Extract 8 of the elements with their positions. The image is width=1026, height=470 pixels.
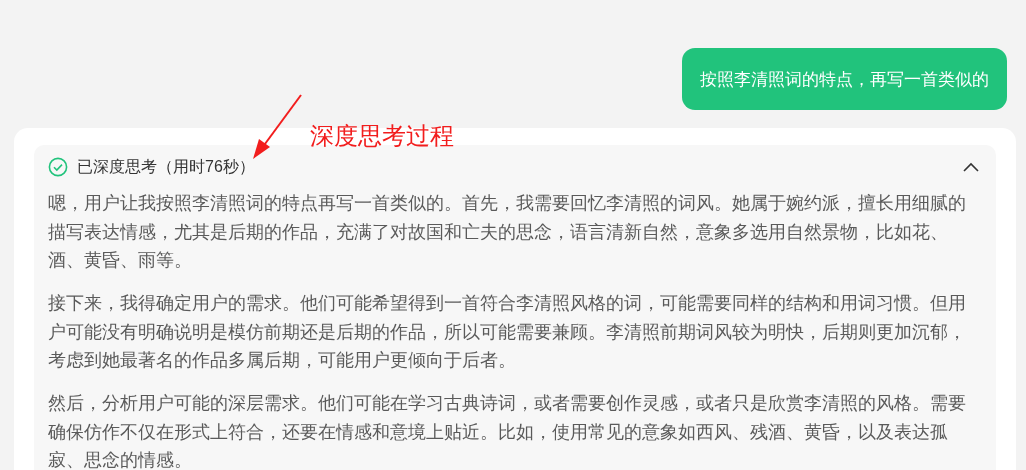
thinking-paragraph: 接下来，我得确定用户的需求。他们可能希望得到一首符合李清照风格的词，可能需要同样的结构和用词习惯。但用户可能没有明确说明是模仿前期还是后期的作品，所以可能需要兼顾。李清照前期词风较为明快，后期则更加沉郁，考虑到她最著名的作品多属后期，可能用户更倾向于后者。 [48, 292, 967, 372]
thinking-paragraph: 嗯，用户让我按照李清照词的特点再写一首类似的。首先，我需要回忆李清照的词风。她属于婉约派，擅长用细腻的描写表达情感，尤其是后期的作品，充满了对故国和亡夫的思念，语言清新自然，意象多选用自然景物，比如花、酒、黄昏、雨等。 [48, 192, 967, 272]
thinking-title: 已深度思考（用时76秒） [77, 156, 256, 177]
thinking-paragraph: 然后，分析用户可能的深层需求。他们可能在学习古典诗词，或者需要创作灵感，或者只是欣赏李清照的风格。需要确保仿作不仅在形式上符合，还要在情感和意境上贴近。比如，使用常见的意象如西风、残酒、黄昏，以及表达孤寂、思念的情感。 [48, 392, 967, 470]
annotation-label: 深度思考过程 [310, 121, 454, 151]
chevron-up-icon[interactable] [962, 161, 980, 173]
annotation-arrow [250, 93, 304, 161]
user-message: 按照李清照词的特点，再写一首类似的 [682, 48, 1007, 110]
